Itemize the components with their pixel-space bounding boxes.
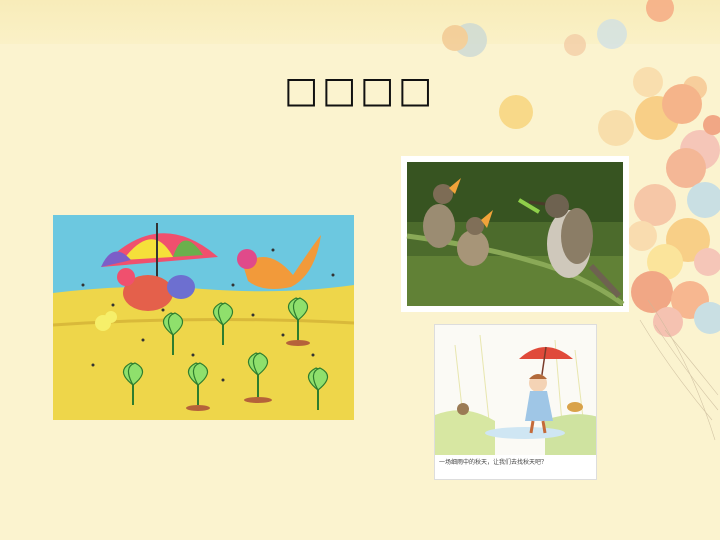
rainy-sprouts-drawing-icon [53,215,354,420]
bird-feeding-chicks-photo [401,156,629,312]
girl-with-umbrella-illustration: 一场细雨中的秋天，让我们去找秋天吧？ [434,324,597,480]
illustration-caption: 一场细雨中的秋天，让我们去找秋天吧？ [439,459,548,466]
slide-title: □□□□ [283,70,437,111]
bird-feeding-chicks-photo-icon [401,156,629,312]
rainy-sprouts-drawing [53,215,354,420]
